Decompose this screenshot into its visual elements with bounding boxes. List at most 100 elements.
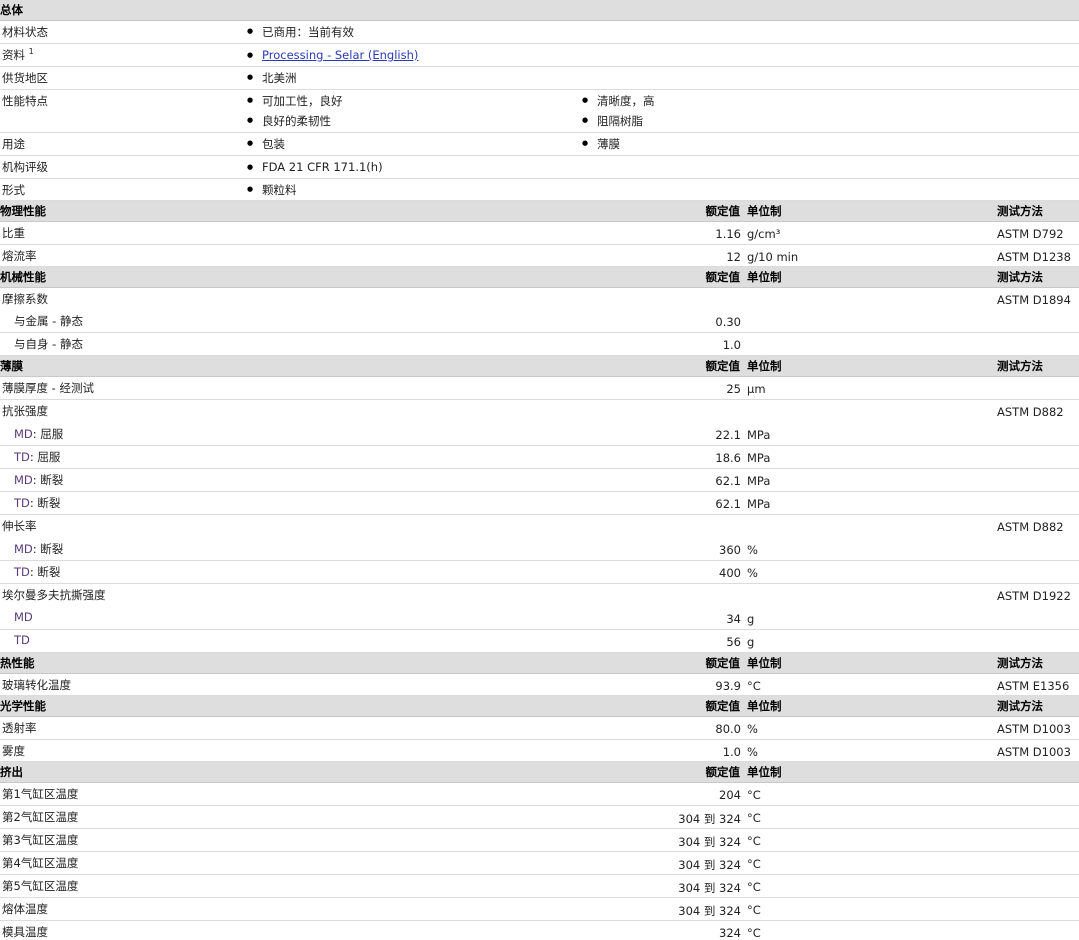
unit: g/cm³ <box>747 227 781 241</box>
table-row: 第4气缸区温度 304 到 324 °C <box>0 852 1079 875</box>
value: 22.1 <box>715 428 741 442</box>
label: 用途 <box>2 137 25 151</box>
col-unit: 单位制 <box>747 656 782 670</box>
section-header-film: 薄膜 额定值 单位制 测试方法 <box>0 356 1079 377</box>
test-method: ASTM D882 <box>997 405 1064 419</box>
value: 0.30 <box>715 315 741 329</box>
table-row: MD: 断裂 360 % <box>0 538 1079 561</box>
label: 摩擦系数 <box>2 292 48 306</box>
unit: °C <box>747 811 761 825</box>
col-unit: 单位制 <box>747 204 782 218</box>
label: 抗张强度 <box>2 404 48 418</box>
value: FDA 21 CFR 171.1(h) <box>247 160 383 174</box>
table-row: MD 34 g <box>0 607 1079 630</box>
col-test: 测试方法 <box>997 359 1043 373</box>
test-method: ASTM D792 <box>997 227 1064 241</box>
section-header-optical: 光学性能 额定值 单位制 测试方法 <box>0 696 1079 717</box>
table-row: 第2气缸区温度 304 到 324 °C <box>0 806 1079 829</box>
value: 400 <box>719 566 741 580</box>
unit: % <box>747 745 758 759</box>
label: 资料 1 <box>2 47 34 62</box>
value: 25 <box>726 382 741 396</box>
row-availability: 供货地区 北美洲 <box>0 67 1079 90</box>
value: 324 <box>719 926 741 940</box>
table-row: 摩擦系数 ASTM D1894 <box>0 288 1079 310</box>
table-row: 第3气缸区温度 304 到 324 °C <box>0 829 1079 852</box>
label: MD: 屈服 <box>14 427 64 441</box>
table-row: 熔体温度 304 到 324 °C <box>0 898 1079 921</box>
value: 93.9 <box>715 679 741 693</box>
table-row: 与自身 - 静态 1.0 <box>0 333 1079 356</box>
label: MD: 断裂 <box>14 473 64 487</box>
table-row: 与金属 - 静态 0.30 <box>0 310 1079 333</box>
label: 模具温度 <box>2 925 48 939</box>
label: 透射率 <box>2 721 37 735</box>
table-row: 玻璃转化温度 93.9 °C ASTM E1356 <box>0 674 1079 696</box>
label: 材料状态 <box>2 25 48 39</box>
value: 56 <box>726 635 741 649</box>
test-method: ASTM D882 <box>997 520 1064 534</box>
value: 34 <box>726 612 741 626</box>
unit: g <box>747 635 755 649</box>
test-method: ASTM D1238 <box>997 250 1071 264</box>
value: 80.0 <box>715 722 741 736</box>
table-row: MD: 屈服 22.1 MPa <box>0 423 1079 446</box>
value: 304 到 324 <box>678 835 741 849</box>
row-literature: 资料 1 Processing - Selar (English) <box>0 44 1079 67</box>
table-row: 抗张强度 ASTM D882 <box>0 400 1079 423</box>
unit: % <box>747 722 758 736</box>
use-item: 薄膜 <box>582 136 620 152</box>
section-title: 薄膜 <box>0 359 23 373</box>
test-method: ASTM E1356 <box>997 679 1070 693</box>
processing-doc-link[interactable]: Processing - Selar (English) <box>262 48 418 62</box>
unit: °C <box>747 926 761 940</box>
table-row: TD: 断裂 62.1 MPa <box>0 492 1079 515</box>
table-row: TD 56 g <box>0 630 1079 653</box>
table-row: 比重 1.16 g/cm³ ASTM D792 <box>0 222 1079 245</box>
col-unit: 单位制 <box>747 765 782 779</box>
unit: °C <box>747 857 761 871</box>
label: 机构评级 <box>2 160 48 174</box>
value: 1.0 <box>722 745 741 759</box>
table-row: 第5气缸区温度 304 到 324 °C <box>0 875 1079 898</box>
table-row: 伸长率 ASTM D882 <box>0 515 1079 538</box>
row-agency: 机构评级 FDA 21 CFR 171.1(h) <box>0 156 1079 179</box>
feature-item: 阻隔树脂 <box>582 113 643 129</box>
feature-item: 清晰度，高 <box>582 93 654 109</box>
label: 熔体温度 <box>2 902 48 916</box>
label: 第1气缸区温度 <box>2 787 79 801</box>
unit: °C <box>747 903 761 917</box>
col-nominal: 额定值 <box>705 699 741 713</box>
feature-item: 可加工性，良好 <box>247 93 342 109</box>
label: 熔流率 <box>2 249 37 263</box>
col-unit: 单位制 <box>747 270 782 284</box>
col-nominal: 额定值 <box>705 656 741 670</box>
value: 62.1 <box>715 474 741 488</box>
unit: °C <box>747 788 761 802</box>
unit: µm <box>747 382 766 396</box>
col-test: 测试方法 <box>997 699 1043 713</box>
test-method: ASTM D1003 <box>997 722 1071 736</box>
row-uses: 用途 包装 薄膜 <box>0 133 1079 156</box>
unit: MPa <box>747 497 771 511</box>
col-test: 测试方法 <box>997 656 1043 670</box>
label: 第4气缸区温度 <box>2 856 79 870</box>
label: 伸长率 <box>2 519 37 533</box>
value: 18.6 <box>715 451 741 465</box>
table-row: TD: 断裂 400 % <box>0 561 1079 584</box>
value: 62.1 <box>715 497 741 511</box>
value: 已商用：当前有效 <box>247 24 354 40</box>
table-row: 薄膜厚度 - 经测试 25 µm <box>0 377 1079 400</box>
label: MD: 断裂 <box>14 542 64 556</box>
col-test: 测试方法 <box>997 204 1043 218</box>
label: TD: 断裂 <box>14 565 61 579</box>
section-header-extrusion: 挤出 额定值 单位制 <box>0 762 1079 783</box>
value: 12 <box>726 250 741 264</box>
section-title: 光学性能 <box>0 699 46 713</box>
section-title: 挤出 <box>0 765 23 779</box>
section-title: 机械性能 <box>0 270 46 284</box>
table-row: 雾度 1.0 % ASTM D1003 <box>0 740 1079 762</box>
label: 雾度 <box>2 744 25 758</box>
value: 304 到 324 <box>678 881 741 895</box>
label: 性能特点 <box>2 94 48 108</box>
